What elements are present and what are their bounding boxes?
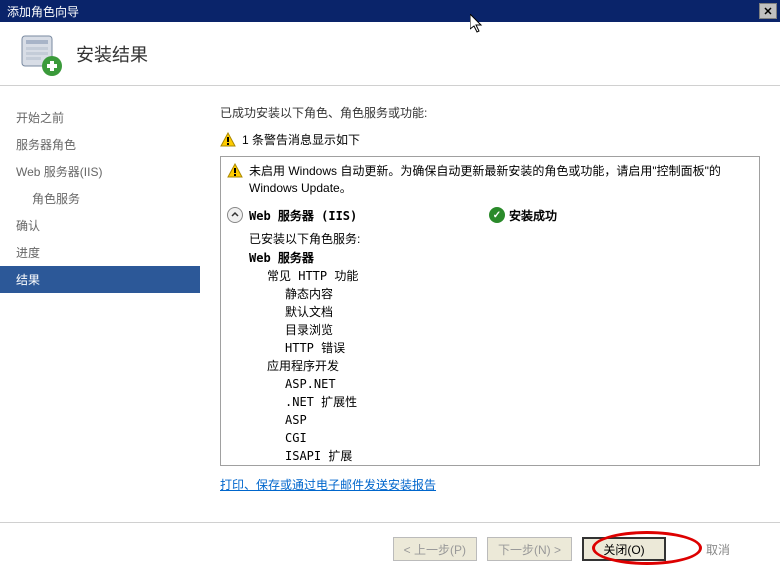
update-warning-text: 未启用 Windows 自动更新。为确保自动更新最新安装的角色或功能，请启用"控… (249, 163, 753, 197)
titlebar: 添加角色向导 ✕ (0, 0, 780, 22)
warning-icon (220, 132, 236, 148)
role-section-row: Web 服务器 (IIS) ✓ 安装成功 (227, 203, 753, 228)
warning-icon (227, 163, 243, 179)
sidebar-item-server-roles[interactable]: 服务器角色 (0, 131, 200, 158)
sidebar-item-results[interactable]: 结果 (0, 266, 200, 293)
tree-item: 默认文档 (227, 303, 753, 321)
tree-item: .NET 扩展性 (227, 393, 753, 411)
wizard-icon (16, 30, 64, 78)
close-button[interactable]: 关闭(O) (582, 537, 666, 561)
tree-item: ISAPI 筛选器 (227, 465, 753, 466)
tree-item: Web 服务器 (227, 249, 753, 267)
tree-item: CGI (227, 429, 753, 447)
sidebar-item-role-services[interactable]: 角色服务 (0, 185, 200, 212)
status-text: 安装成功 (509, 207, 557, 224)
sidebar-item-progress[interactable]: 进度 (0, 239, 200, 266)
cancel-button: 取消 (676, 537, 760, 561)
sidebar: 开始之前 服务器角色 Web 服务器(IIS) 角色服务 确认 进度 结果 (0, 86, 200, 522)
warning-count-text: 1 条警告消息显示如下 (242, 131, 360, 148)
close-window-button[interactable]: ✕ (759, 3, 777, 19)
sidebar-item-confirm[interactable]: 确认 (0, 212, 200, 239)
success-icon: ✓ (489, 207, 505, 223)
tree-item: ASP (227, 411, 753, 429)
close-icon: ✕ (763, 5, 772, 18)
tree-item: 静态内容 (227, 285, 753, 303)
sidebar-item-web-server-iis[interactable]: Web 服务器(IIS) (0, 158, 200, 185)
tree-item: HTTP 错误 (227, 339, 753, 357)
results-box[interactable]: 未启用 Windows 自动更新。为确保自动更新最新安装的角色或功能，请启用"控… (220, 156, 760, 466)
tree-item: 应用程序开发 (227, 357, 753, 375)
header: 安装结果 (0, 22, 780, 86)
section-name: Web 服务器 (IIS) (249, 207, 489, 224)
prev-button: < 上一步(P) (393, 537, 477, 561)
report-link[interactable]: 打印、保存或通过电子邮件发送安装报告 (220, 476, 760, 493)
tree-item: ASP.NET (227, 375, 753, 393)
next-button: 下一步(N) > (487, 537, 572, 561)
collapse-icon[interactable] (227, 207, 243, 223)
installed-label: 已安装以下角色服务: (227, 228, 753, 249)
warning-summary: 1 条警告消息显示如下 (220, 131, 760, 148)
sidebar-item-before-begin[interactable]: 开始之前 (0, 104, 200, 131)
page-title: 安装结果 (76, 41, 148, 67)
update-warning-row: 未启用 Windows 自动更新。为确保自动更新最新安装的角色或功能，请启用"控… (227, 161, 753, 203)
role-tree: Web 服务器常见 HTTP 功能静态内容默认文档目录浏览HTTP 错误应用程序… (227, 249, 753, 466)
status-badge: ✓ 安装成功 (489, 207, 557, 224)
intro-text: 已成功安装以下角色、角色服务或功能: (220, 104, 760, 121)
main-panel: 已成功安装以下角色、角色服务或功能: 1 条警告消息显示如下 未启用 Windo… (200, 86, 780, 522)
footer: < 上一步(P) 下一步(N) > 关闭(O) 取消 (0, 522, 780, 575)
tree-item: 目录浏览 (227, 321, 753, 339)
tree-item: ISAPI 扩展 (227, 447, 753, 465)
tree-item: 常见 HTTP 功能 (227, 267, 753, 285)
window-title: 添加角色向导 (7, 3, 759, 20)
